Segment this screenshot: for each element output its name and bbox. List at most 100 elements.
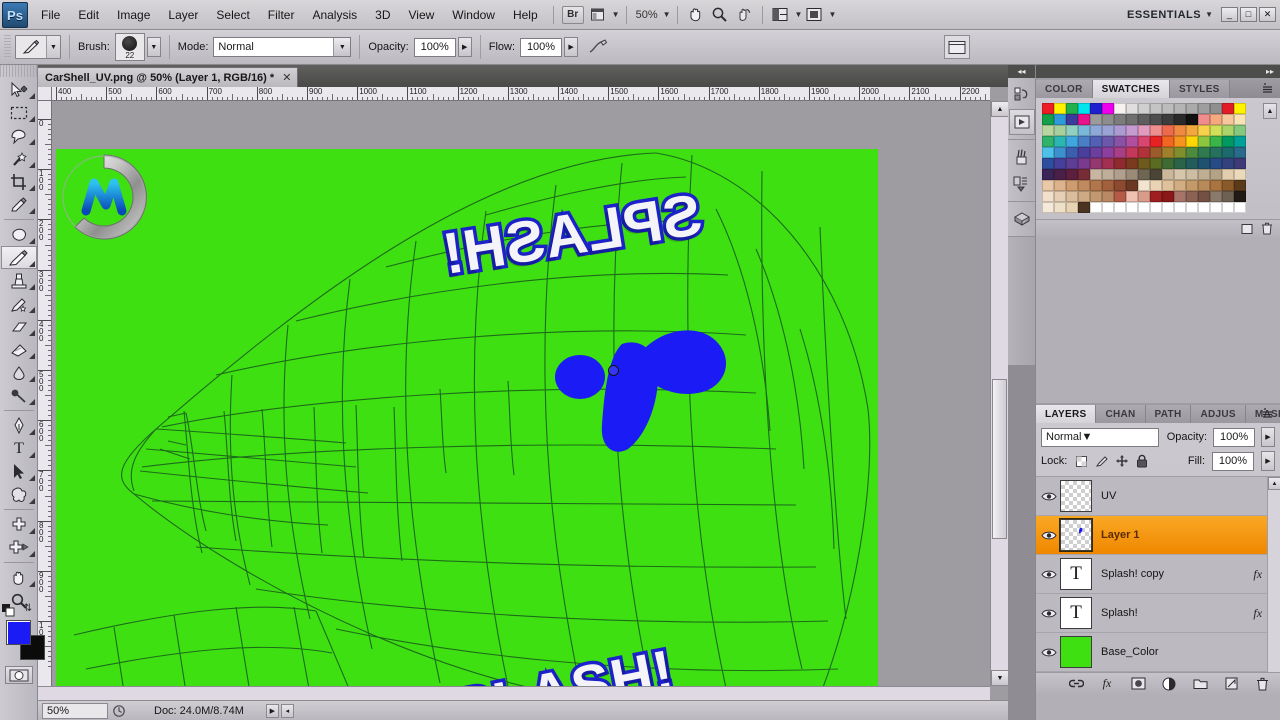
layer-effects-indicator-splash[interactable]: fx <box>1253 606 1262 621</box>
layer-visibility-toggle-splash-copy[interactable] <box>1038 569 1060 580</box>
layer-thumbnail-splash[interactable]: T <box>1060 597 1092 629</box>
menu-image[interactable]: Image <box>108 4 159 26</box>
color-swatch[interactable] <box>1222 191 1234 202</box>
color-swatch[interactable] <box>1102 191 1114 202</box>
color-swatch[interactable] <box>1078 125 1090 136</box>
color-swatch[interactable] <box>1210 147 1222 158</box>
color-swatch[interactable] <box>1054 191 1066 202</box>
color-swatch[interactable] <box>1222 125 1234 136</box>
layers-scrollbar[interactable]: ▲ <box>1267 477 1280 672</box>
color-swatch[interactable] <box>1210 169 1222 180</box>
color-swatch[interactable] <box>1186 191 1198 202</box>
color-swatch[interactable] <box>1090 169 1102 180</box>
color-swatch[interactable] <box>1102 114 1114 125</box>
color-swatch[interactable] <box>1186 114 1198 125</box>
hand-icon[interactable] <box>685 5 707 25</box>
toggle-panels-icon[interactable] <box>944 35 970 59</box>
color-swatch[interactable] <box>1222 169 1234 180</box>
color-swatch[interactable] <box>1198 103 1210 114</box>
layer-row-splash-copy[interactable]: T Splash! copy fx ▼ <box>1036 555 1280 594</box>
gradient-tool-submenu-icon[interactable] <box>29 353 35 359</box>
minimize-button[interactable]: _ <box>1221 7 1238 22</box>
color-swatch[interactable] <box>1222 158 1234 169</box>
airbrush-icon[interactable] <box>586 35 612 59</box>
color-swatch[interactable] <box>1102 180 1114 191</box>
magic-wand-tool-submenu-icon[interactable] <box>29 162 35 168</box>
eyedropper-tool-submenu-icon[interactable] <box>29 208 35 214</box>
color-swatch[interactable] <box>1066 180 1078 191</box>
artboard[interactable]: SPLASH! SPLASH! <box>56 149 878 686</box>
color-swatch[interactable] <box>1162 158 1174 169</box>
color-swatch[interactable] <box>1174 191 1186 202</box>
layers-fill-caret-icon[interactable]: ▶ <box>1261 451 1275 471</box>
magic-wand-tool[interactable] <box>1 147 37 170</box>
color-swatch[interactable] <box>1114 125 1126 136</box>
color-swatch[interactable] <box>1042 180 1054 191</box>
scroll-down-icon[interactable]: ▼ <box>991 670 1009 686</box>
color-swatch[interactable] <box>1114 180 1126 191</box>
color-swatch[interactable] <box>1042 158 1054 169</box>
flow-input[interactable]: 100% <box>520 37 563 57</box>
color-swatch[interactable] <box>1054 125 1066 136</box>
color-swatch[interactable] <box>1222 114 1234 125</box>
color-swatch[interactable] <box>1210 136 1222 147</box>
color-swatch[interactable] <box>1186 125 1198 136</box>
color-swatch[interactable] <box>1078 158 1090 169</box>
color-swatch[interactable] <box>1090 191 1102 202</box>
color-swatch[interactable] <box>1042 202 1054 213</box>
scroll-up-icon[interactable]: ▲ <box>991 101 1009 117</box>
color-swatch[interactable] <box>1126 191 1138 202</box>
color-swatch[interactable] <box>1090 125 1102 136</box>
color-swatch[interactable] <box>1150 136 1162 147</box>
color-swatch[interactable] <box>1126 147 1138 158</box>
color-swatch[interactable] <box>1186 158 1198 169</box>
color-swatch[interactable] <box>1162 169 1174 180</box>
workspace-caret-icon[interactable]: ▼ <box>1205 10 1213 19</box>
healing-tool-submenu-icon[interactable] <box>29 238 35 244</box>
flow-slider-caret-icon[interactable]: ▶ <box>564 37 579 57</box>
rectangular-marquee-tool[interactable] <box>1 101 37 124</box>
panel-collapse-icon[interactable]: ▸▸ <box>1036 65 1280 78</box>
color-swatch[interactable] <box>1150 202 1162 213</box>
color-swatch[interactable] <box>1138 103 1150 114</box>
tab-paths[interactable]: PATH <box>1145 405 1192 423</box>
color-swatch[interactable] <box>1162 180 1174 191</box>
hand-tool[interactable] <box>1 566 37 589</box>
color-swatch[interactable] <box>1054 114 1066 125</box>
brush-tool[interactable] <box>1 246 37 269</box>
color-swatch[interactable] <box>1174 125 1186 136</box>
color-swatch[interactable] <box>1078 191 1090 202</box>
layer-row-splash[interactable]: T Splash! fx ▼ <box>1036 594 1280 633</box>
color-swatch[interactable] <box>1066 169 1078 180</box>
zoom-level-value[interactable]: 50% <box>633 9 661 21</box>
tool-preset-caret-icon[interactable]: ▼ <box>46 36 60 58</box>
color-swatch[interactable] <box>1042 169 1054 180</box>
new-swatch-icon[interactable] <box>1240 222 1254 236</box>
color-swatch[interactable] <box>1066 114 1078 125</box>
color-swatch[interactable] <box>1198 125 1210 136</box>
color-swatch[interactable] <box>1198 180 1210 191</box>
custom-shape-tool[interactable] <box>1 483 37 506</box>
color-swatch[interactable] <box>1138 114 1150 125</box>
color-swatch[interactable] <box>1186 147 1198 158</box>
color-swatch[interactable] <box>1138 147 1150 158</box>
layer-thumbnail-splash-copy[interactable]: T <box>1060 558 1092 590</box>
color-swatch[interactable] <box>1150 114 1162 125</box>
color-swatch[interactable] <box>1174 158 1186 169</box>
layer-blend-mode-select[interactable]: Normal ▼ <box>1041 427 1159 447</box>
color-swatch[interactable] <box>1210 103 1222 114</box>
rotate-view-icon[interactable] <box>733 5 755 25</box>
color-swatch[interactable] <box>1126 158 1138 169</box>
opacity-slider-caret-icon[interactable]: ▶ <box>457 37 472 57</box>
arrange-documents-caret-icon[interactable]: ▼ <box>795 10 803 19</box>
color-swatch[interactable] <box>1198 136 1210 147</box>
bridge-button[interactable]: Br <box>561 5 584 24</box>
screen-mode-caret-icon[interactable]: ▼ <box>828 10 836 19</box>
color-swatch[interactable] <box>1042 114 1054 125</box>
menu-file[interactable]: File <box>32 4 69 26</box>
layers-fill-input[interactable]: 100% <box>1212 451 1254 471</box>
color-swatch[interactable] <box>1198 169 1210 180</box>
menu-select[interactable]: Select <box>207 4 258 26</box>
color-swatch[interactable] <box>1054 136 1066 147</box>
crop-tool-submenu-icon[interactable] <box>29 185 35 191</box>
